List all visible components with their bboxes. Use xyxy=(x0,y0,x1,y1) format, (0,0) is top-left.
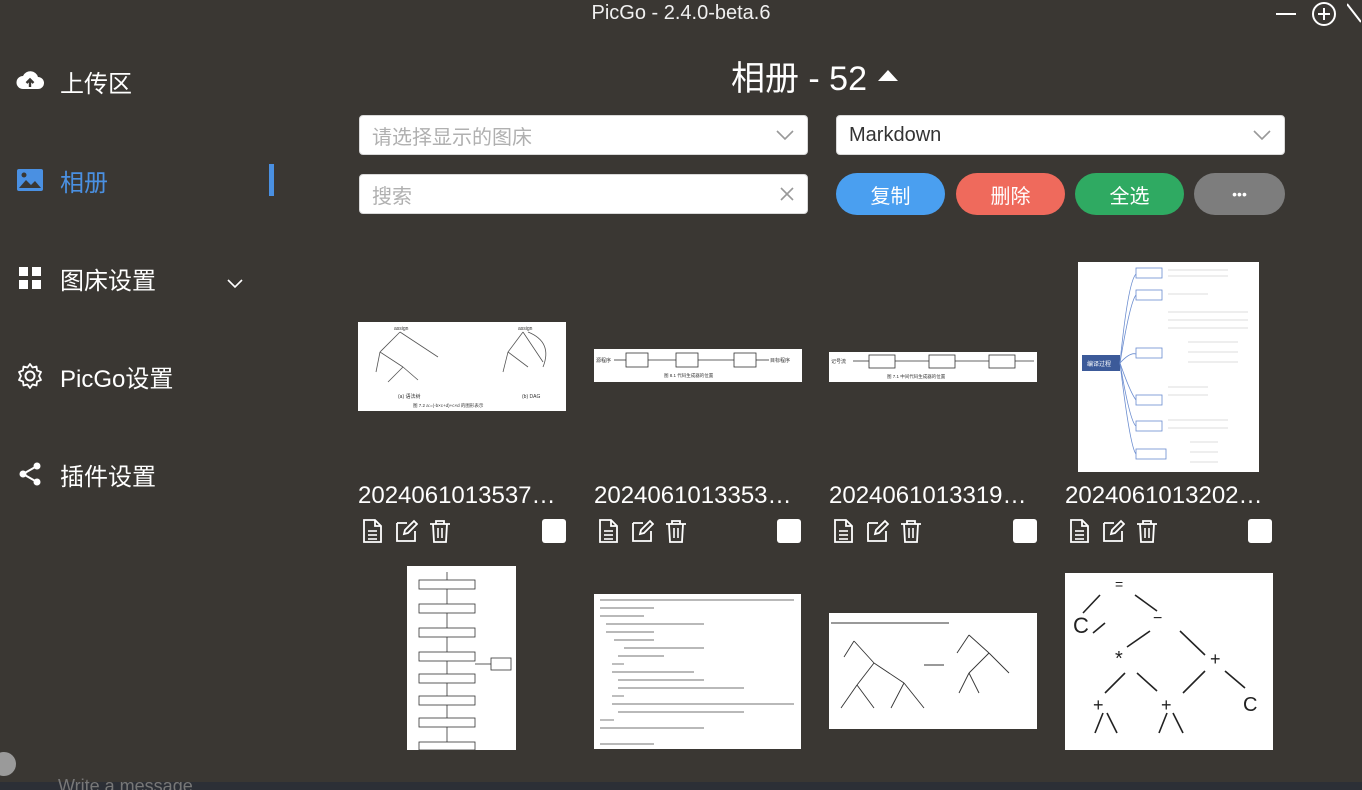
caret-up-icon xyxy=(878,70,899,81)
sidebar-item-label: 相册 xyxy=(60,169,108,197)
sidebar-item-plugin-settings[interactable]: 插件设置 xyxy=(14,454,274,494)
more-button[interactable]: ••• xyxy=(1194,173,1285,215)
sidebar-item-bed-settings[interactable]: 图床设置 xyxy=(14,258,274,298)
edit-icon[interactable] xyxy=(630,518,654,544)
gear-icon xyxy=(14,360,46,392)
svg-text:C: C xyxy=(1243,694,1257,716)
svg-text:+: + xyxy=(1210,649,1221,669)
image-thumbnail[interactable] xyxy=(829,613,1037,729)
format-select-value: Markdown xyxy=(849,123,942,146)
svg-text:源程序: 源程序 xyxy=(596,357,611,364)
edit-icon[interactable] xyxy=(1101,518,1125,544)
format-select[interactable]: Markdown xyxy=(836,115,1285,155)
image-checkbox[interactable] xyxy=(1013,519,1037,543)
svg-text:编译过程: 编译过程 xyxy=(1087,360,1111,368)
svg-text:assign: assign xyxy=(394,326,409,332)
image-filename: 2024061013202… xyxy=(1065,482,1263,509)
sidebar-item-label: 上传区 xyxy=(60,70,132,98)
sidebar-item-label: PicGo设置 xyxy=(60,365,174,393)
image-checkbox[interactable] xyxy=(542,519,566,543)
image-thumbnail[interactable]: 记号流 图 7.1 中间代码生成器的位置 xyxy=(829,352,1037,382)
album-header[interactable]: 相册 - 52 xyxy=(600,52,1030,98)
image-filename: 2024061013353… xyxy=(594,482,792,509)
search-input[interactable]: 搜索 xyxy=(359,174,808,214)
chevron-down-icon xyxy=(1253,130,1271,141)
svg-text:assign: assign xyxy=(518,326,533,332)
grid-icon xyxy=(14,262,46,294)
copy-link-icon[interactable] xyxy=(596,518,620,544)
image-filename: 2024061013537… xyxy=(358,482,556,509)
chevron-down-icon xyxy=(776,130,794,141)
close-button[interactable] xyxy=(1346,1,1362,27)
svg-text:记号流: 记号流 xyxy=(831,358,846,365)
image-thumbnail[interactable]: assign assign (a) 语法树 (b) DAG 图 7.2 a:=(… xyxy=(358,322,566,411)
copy-link-icon[interactable] xyxy=(831,518,855,544)
svg-text:=: = xyxy=(1115,576,1123,592)
svg-text:+: + xyxy=(1161,695,1172,715)
svg-text:(a) 语法树: (a) 语法树 xyxy=(398,393,421,400)
chevron-down-icon xyxy=(226,268,244,296)
copy-link-icon[interactable] xyxy=(1067,518,1091,544)
cloud-upload-icon xyxy=(14,65,46,97)
copy-button[interactable]: 复制 xyxy=(836,173,945,215)
image-actions xyxy=(831,518,923,544)
image-thumbnail[interactable]: = C − * + C + + xyxy=(1065,573,1273,750)
image-thumbnail[interactable]: 编译过程 xyxy=(1078,262,1259,472)
sidebar-item-upload[interactable]: 上传区 xyxy=(14,61,274,101)
trash-icon[interactable] xyxy=(899,518,923,544)
image-checkbox[interactable] xyxy=(1248,519,1272,543)
message-input[interactable]: Write a message xyxy=(58,776,193,790)
close-icon xyxy=(1347,3,1361,23)
image-thumbnail[interactable] xyxy=(407,566,516,751)
image-thumbnail[interactable]: 源程序 目标程序 图 8.1 代码生成器的位置 xyxy=(594,349,802,382)
image-filename: 2024061013319… xyxy=(829,482,1027,509)
share-icon xyxy=(14,458,46,490)
clear-icon[interactable] xyxy=(779,186,795,202)
svg-text:图 8.1 代码生成器的位置: 图 8.1 代码生成器的位置 xyxy=(664,372,714,379)
trash-icon[interactable] xyxy=(664,518,688,544)
composer-bar xyxy=(0,782,1362,790)
svg-text:C: C xyxy=(1073,613,1089,638)
image-actions xyxy=(596,518,688,544)
image-actions xyxy=(1067,518,1159,544)
window-title: PicGo - 2.4.0-beta.6 xyxy=(591,2,771,24)
svg-text:(b) DAG: (b) DAG xyxy=(522,394,540,400)
minimize-icon xyxy=(1276,13,1296,15)
svg-text:+: + xyxy=(1093,695,1104,715)
search-placeholder: 搜索 xyxy=(372,185,412,208)
svg-text:目标程序: 目标程序 xyxy=(770,357,790,364)
copy-link-icon[interactable] xyxy=(360,518,384,544)
sidebar-item-album[interactable]: 相册 xyxy=(14,160,274,200)
trash-icon[interactable] xyxy=(1135,518,1159,544)
image-checkbox[interactable] xyxy=(777,519,801,543)
image-actions xyxy=(360,518,452,544)
sidebar-item-label: 图床设置 xyxy=(60,267,156,295)
maximize-button[interactable] xyxy=(1308,1,1340,27)
image-icon xyxy=(14,164,46,196)
trash-icon[interactable] xyxy=(428,518,452,544)
delete-button[interactable]: 删除 xyxy=(956,173,1065,215)
sidebar: 上传区 相册 图床设置 PicGo设置 插件设置 xyxy=(0,40,290,740)
edit-icon[interactable] xyxy=(865,518,889,544)
edit-icon[interactable] xyxy=(394,518,418,544)
active-indicator xyxy=(269,164,274,196)
minimize-button[interactable] xyxy=(1270,1,1302,27)
floating-button[interactable] xyxy=(0,752,16,776)
page-title: 相册 - 52 xyxy=(730,59,868,98)
sidebar-item-label: 插件设置 xyxy=(60,463,156,491)
window-titlebar: PicGo - 2.4.0-beta.6 xyxy=(0,0,1362,28)
window-controls xyxy=(1270,0,1362,28)
bed-select[interactable]: 请选择显示的图床 xyxy=(359,115,808,155)
svg-text:图 7.1 中间代码生成器的位置: 图 7.1 中间代码生成器的位置 xyxy=(887,373,946,380)
svg-text:图 7.2 a:=(-b×c+d)+c×d 的图形表示: 图 7.2 a:=(-b×c+d)+c×d 的图形表示 xyxy=(413,402,484,409)
plus-circle-icon xyxy=(1312,2,1336,26)
svg-text:*: * xyxy=(1115,648,1123,670)
bed-select-placeholder: 请选择显示的图床 xyxy=(372,126,532,149)
select-all-button[interactable]: 全选 xyxy=(1075,173,1184,215)
image-thumbnail[interactable] xyxy=(594,594,801,749)
sidebar-item-picgo-settings[interactable]: PicGo设置 xyxy=(14,356,274,396)
svg-text:−: − xyxy=(1153,610,1162,627)
